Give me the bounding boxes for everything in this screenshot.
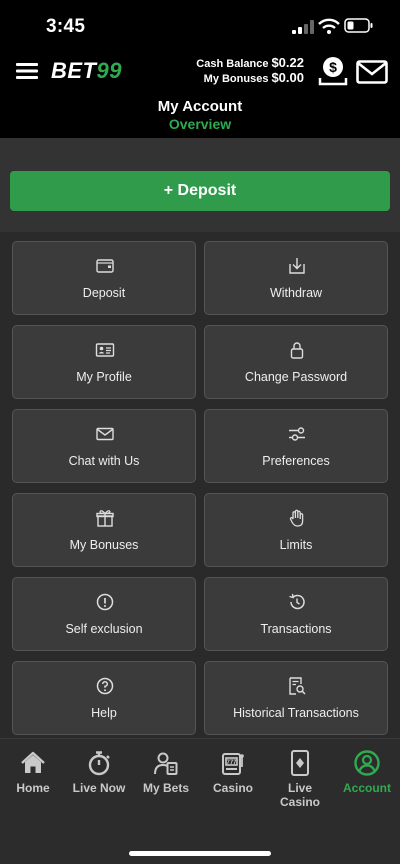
account-icon: [354, 750, 380, 776]
wifi-icon: [318, 18, 340, 34]
card-icon: [291, 750, 309, 776]
tile-historical-transactions[interactable]: Historical Transactions: [204, 661, 388, 735]
tile-label: My Bonuses: [69, 538, 139, 552]
deposit-button[interactable]: + Deposit: [10, 171, 390, 211]
tile-label: Chat with Us: [68, 454, 140, 468]
my-bonuses-value: $0.00: [271, 70, 304, 85]
lock-icon: [290, 342, 304, 359]
tab-live-casino[interactable]: Live Casino: [267, 749, 333, 809]
brand-logo[interactable]: BET99: [51, 58, 122, 84]
tile-deposit[interactable]: Deposit: [12, 241, 196, 315]
tile-chat-with-us[interactable]: Chat with Us: [12, 409, 196, 483]
wallet-icon: [96, 259, 114, 273]
sliders-icon: [289, 427, 305, 441]
cashier-icon[interactable]: $: [318, 56, 348, 86]
tile-label: Limits: [279, 538, 313, 552]
mail-icon[interactable]: [356, 60, 388, 84]
id-card-icon: [95, 343, 115, 357]
my-bonuses-label: My Bonuses: [203, 73, 269, 85]
tile-label: Deposit: [82, 286, 126, 300]
logo-text-b: 99: [96, 58, 122, 83]
tile-transactions[interactable]: Transactions: [204, 577, 388, 651]
balance-summary[interactable]: Cash Balance $0.22 My Bonuses $0.00: [196, 56, 304, 86]
withdraw-icon: [289, 258, 305, 274]
tile-my-bonuses[interactable]: My Bonuses: [12, 493, 196, 567]
tab-account[interactable]: Account: [334, 749, 400, 795]
tab-label: Live Now: [72, 781, 126, 795]
cash-balance-value: $0.22: [271, 55, 304, 70]
stopwatch-icon: [88, 751, 110, 776]
tab-label: Home: [16, 781, 50, 795]
envelope-icon: [96, 427, 114, 441]
bet-slip-icon: [154, 752, 178, 775]
tab-home[interactable]: Home: [0, 749, 66, 795]
app-header: BET99 Cash Balance $0.22 My Bonuses $0.00 …: [0, 50, 400, 138]
tab-label: Casino: [212, 781, 253, 795]
cash-balance-label: Cash Balance: [196, 58, 269, 70]
signal-icon: [292, 20, 314, 34]
tile-label: Help: [91, 706, 117, 720]
deposit-section: + Deposit: [0, 138, 400, 232]
menu-icon[interactable]: [16, 62, 38, 80]
page-title: My Account: [157, 98, 243, 115]
status-bar: 3:45: [0, 0, 400, 50]
logo-text-a: BET: [51, 58, 97, 83]
tile-help[interactable]: Help: [12, 661, 196, 735]
tab-live-now[interactable]: Live Now: [66, 749, 132, 795]
tile-label: Change Password: [244, 370, 348, 384]
bottom-tab-bar: Home Live Now My Bets 777 Casino Live Ca…: [0, 738, 400, 864]
tile-label: Historical Transactions: [233, 706, 359, 720]
tile-label: Self exclusion: [65, 622, 143, 636]
tab-my-bets[interactable]: My Bets: [133, 749, 199, 795]
tab-label: Account: [343, 781, 391, 795]
page-subtitle: Overview: [168, 116, 232, 132]
history-icon: [289, 593, 305, 610]
question-icon: [96, 677, 114, 695]
gift-icon: [96, 510, 114, 527]
tab-casino[interactable]: 777 Casino: [200, 749, 266, 795]
tile-withdraw[interactable]: Withdraw: [204, 241, 388, 315]
status-time: 3:45: [46, 16, 86, 37]
tab-label: My Bets: [142, 781, 189, 795]
tab-label: Live Casino: [279, 781, 320, 809]
tile-self-exclusion[interactable]: Self exclusion: [12, 577, 196, 651]
info-icon: [96, 593, 114, 611]
svg-text:777: 777: [226, 760, 237, 766]
slot-machine-icon: 777: [222, 753, 244, 775]
svg-text:$: $: [329, 59, 337, 75]
tile-label: My Profile: [76, 370, 132, 384]
search-receipt-icon: [289, 677, 306, 695]
tile-label: Transactions: [260, 622, 332, 636]
tile-preferences[interactable]: Preferences: [204, 409, 388, 483]
home-indicator[interactable]: [129, 851, 271, 856]
home-icon: [21, 751, 45, 773]
tile-limits[interactable]: Limits: [204, 493, 388, 567]
battery-icon: [344, 18, 373, 33]
tile-change-password[interactable]: Change Password: [204, 325, 388, 399]
tile-label: Preferences: [262, 454, 330, 468]
tile-label: Withdraw: [269, 286, 323, 300]
hand-icon: [289, 509, 304, 527]
tile-my-profile[interactable]: My Profile: [12, 325, 196, 399]
